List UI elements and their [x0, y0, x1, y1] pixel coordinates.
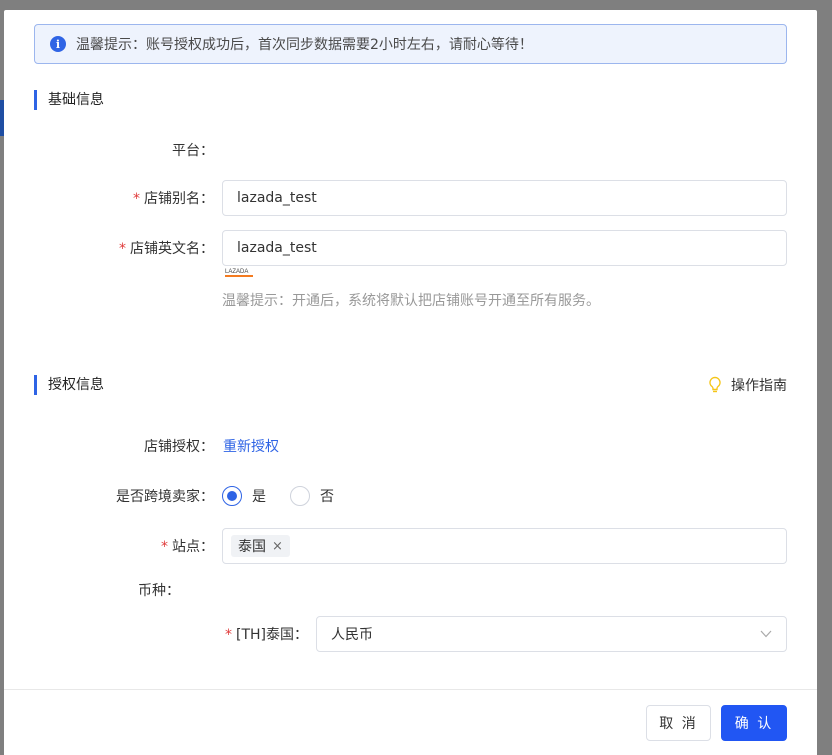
radio-no[interactable]	[290, 486, 310, 506]
shop-english-name-input[interactable]: lazada_test	[222, 230, 787, 266]
platform-row: 平台： LAZADA	[4, 132, 817, 277]
cross-border-radio-group: 是 否	[222, 486, 358, 506]
info-icon: i	[50, 36, 66, 52]
section-title-basic: 基础信息	[34, 90, 104, 110]
currency-label: 币种：	[138, 583, 180, 599]
site-label-text: 站点：	[172, 539, 214, 555]
edit-shop-dialog: i 温馨提示：账号授权成功后，首次同步数据需要2小时左右，请耐心等待！ 基础信息…	[4, 10, 817, 755]
operation-guide-label: 操作指南	[731, 378, 787, 394]
required-mark: *	[119, 241, 126, 257]
site-row: * 站点： 泰国 ×	[4, 528, 817, 564]
th-currency-row: * [TH]泰国： 人民币	[4, 616, 817, 652]
platform-label: 平台：	[172, 143, 214, 159]
shop-english-name-row: * 店铺英文名： lazada_test	[4, 230, 817, 266]
section-title-auth: 授权信息	[34, 375, 104, 395]
shop-english-name-label-text: 店铺英文名：	[130, 241, 214, 257]
th-currency-value: 人民币	[331, 627, 373, 643]
alert-text: 温馨提示：账号授权成功后，首次同步数据需要2小时左右，请耐心等待！	[76, 37, 533, 53]
shop-alias-label-text: 店铺别名：	[144, 191, 214, 207]
operation-guide-link[interactable]: 操作指南	[707, 375, 787, 395]
required-mark: *	[133, 191, 140, 207]
shop-alias-row: * 店铺别名： lazada_test	[4, 180, 817, 216]
shop-alias-input[interactable]: lazada_test	[222, 180, 787, 216]
chevron-down-icon	[760, 630, 772, 638]
site-label: * 站点：	[161, 536, 214, 556]
close-icon[interactable]: ×	[272, 539, 283, 554]
site-tag: 泰国 ×	[231, 535, 290, 557]
service-hint: 温馨提示：开通后，系统将默认把店铺账号开通至所有服务。	[222, 293, 600, 309]
shop-auth-label: 店铺授权：	[144, 439, 214, 455]
currency-row: 币种：	[4, 572, 817, 608]
shop-alias-label: * 店铺别名：	[133, 188, 214, 208]
cross-border-row: 是否跨境卖家： 是 否	[4, 478, 817, 514]
footer-divider	[4, 689, 817, 690]
th-currency-label: * [TH]泰国：	[225, 624, 308, 644]
th-currency-label-text: [TH]泰国：	[235, 627, 308, 643]
required-mark: *	[161, 539, 168, 555]
site-tag-label: 泰国	[238, 539, 266, 555]
cancel-button[interactable]: 取 消	[646, 705, 711, 741]
radio-no-label[interactable]: 否	[320, 486, 334, 506]
lazada-logo-text: LAZADA	[225, 269, 248, 275]
radio-yes[interactable]	[222, 486, 242, 506]
cross-border-label: 是否跨境卖家：	[116, 489, 214, 505]
info-alert: i 温馨提示：账号授权成功后，首次同步数据需要2小时左右，请耐心等待！	[34, 24, 787, 64]
shop-english-name-label: * 店铺英文名：	[119, 238, 214, 258]
confirm-button[interactable]: 确 认	[721, 705, 787, 741]
shop-auth-row: 店铺授权： 重新授权	[4, 428, 817, 464]
reauthorize-link[interactable]: 重新授权	[223, 436, 279, 456]
lazada-logo-icon: LAZADA	[225, 269, 253, 277]
th-currency-select[interactable]: 人民币	[316, 616, 787, 652]
site-multiselect[interactable]: 泰国 ×	[222, 528, 787, 564]
required-mark: *	[224, 627, 232, 643]
radio-yes-label[interactable]: 是	[252, 486, 266, 506]
lightbulb-icon	[709, 376, 721, 393]
